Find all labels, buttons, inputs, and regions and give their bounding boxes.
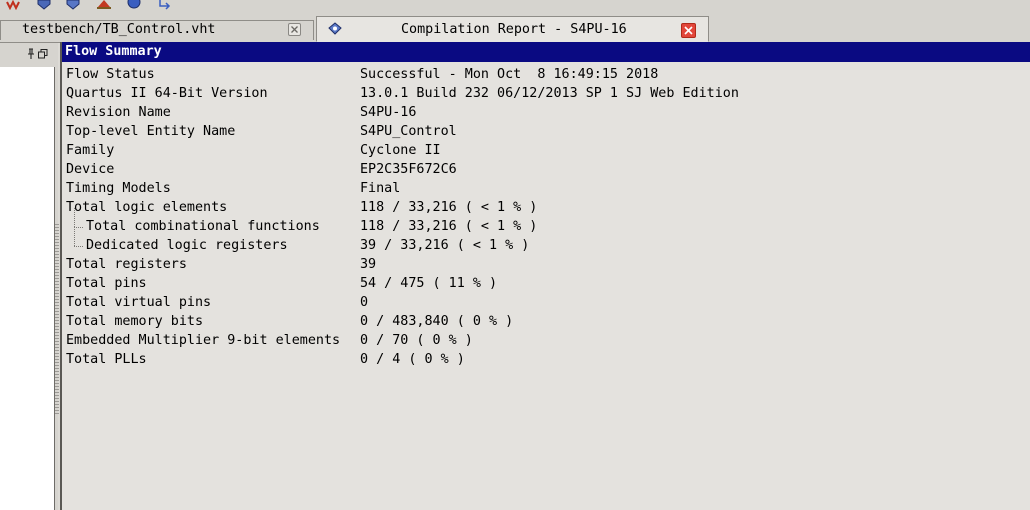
row-key: Flow Status: [66, 67, 155, 82]
tab-compilation-report[interactable]: Compilation Report - S4PU-16: [316, 16, 709, 42]
row-value: 118 / 33,216 ( < 1 % ): [360, 200, 538, 215]
row-value: S4PU-16: [360, 105, 417, 120]
chip-program-icon[interactable]: [64, 0, 82, 10]
table-row[interactable]: Timing Models Final: [62, 179, 1030, 198]
table-row[interactable]: Flow Status Successful - Mon Oct 8 16:49:…: [62, 65, 1030, 84]
tree-connector: [74, 246, 83, 248]
row-key: Top-level Entity Name: [66, 124, 236, 139]
row-value: Successful - Mon Oct 8 16:49:15 2018: [360, 67, 659, 82]
splitter-handle[interactable]: [55, 224, 59, 414]
report-section-title: Flow Summary: [62, 42, 1030, 62]
row-value: 0: [360, 295, 369, 310]
pin-icon[interactable]: [26, 48, 36, 60]
compilation-report: Flow Summary Flow Status Successful - Mon…: [60, 42, 1030, 510]
chip-warning-icon[interactable]: [95, 0, 113, 10]
tab-label: Compilation Report - S4PU-16: [401, 22, 627, 37]
row-key: Quartus II 64-Bit Version: [66, 86, 268, 101]
left-panel-header: [0, 43, 58, 65]
tab-bar: testbench/TB_Control.vht Compilation Rep…: [0, 14, 1030, 43]
row-key: Total virtual pins: [66, 295, 212, 310]
table-row[interactable]: Embedded Multiplier 9-bit elements 0 / 70…: [62, 331, 1030, 350]
row-value: Final: [360, 181, 401, 196]
row-key: Total memory bits: [66, 314, 204, 329]
row-key: Dedicated logic registers: [86, 238, 288, 253]
row-key: Timing Models: [66, 181, 171, 196]
table-row[interactable]: Device EP2C35F672C6: [62, 160, 1030, 179]
flow-summary-table: Flow Status Successful - Mon Oct 8 16:49:…: [62, 65, 1030, 369]
table-row[interactable]: Family Cyclone II: [62, 141, 1030, 160]
tree-connector: [74, 208, 76, 227]
tab-label: testbench/TB_Control.vht: [22, 22, 216, 37]
report-icon: [327, 22, 343, 36]
close-icon[interactable]: [681, 23, 696, 38]
row-value: 39 / 33,216 ( < 1 % ): [360, 238, 530, 253]
table-row[interactable]: Total pins 54 / 475 ( 11 % ): [62, 274, 1030, 293]
row-key: Family: [66, 143, 115, 158]
restore-icon[interactable]: [38, 48, 48, 59]
left-panel-content[interactable]: [0, 67, 55, 510]
table-row[interactable]: Total combinational functions 118 / 33,21…: [62, 208, 1030, 236]
table-row[interactable]: Quartus II 64-Bit Version 13.0.1 Build 23…: [62, 84, 1030, 103]
row-key: Device: [66, 162, 115, 177]
row-key: Embedded Multiplier 9-bit elements: [66, 333, 341, 348]
row-key: Total combinational functions: [86, 219, 320, 234]
tree-connector: [74, 227, 76, 246]
row-value: 0 / 4 ( 0 % ): [360, 352, 465, 367]
arrow-icon[interactable]: [156, 0, 174, 10]
close-icon[interactable]: [288, 23, 301, 36]
row-value: 39: [360, 257, 377, 272]
row-key: Total PLLs: [66, 352, 147, 367]
row-value: EP2C35F672C6: [360, 162, 457, 177]
row-value: S4PU_Control: [360, 124, 457, 139]
row-key: Revision Name: [66, 105, 171, 120]
table-row[interactable]: Total memory bits 0 / 483,840 ( 0 % ): [62, 312, 1030, 331]
toolbar: [0, 0, 1030, 14]
table-row[interactable]: Dedicated logic registers 39 / 33,216 ( <…: [62, 227, 1030, 255]
table-row[interactable]: Total registers 39: [62, 255, 1030, 274]
row-value: 118 / 33,216 ( < 1 % ): [360, 219, 538, 234]
left-panel: [0, 43, 58, 510]
table-row[interactable]: Total virtual pins 0: [62, 293, 1030, 312]
tab-testbench[interactable]: testbench/TB_Control.vht: [0, 20, 314, 40]
row-value: 13.0.1 Build 232 06/12/2013 SP 1 SJ Web …: [360, 86, 739, 101]
row-value: 54 / 475 ( 11 % ): [360, 276, 498, 291]
row-key: Total pins: [66, 276, 147, 291]
table-row[interactable]: Revision Name S4PU-16: [62, 103, 1030, 122]
row-key: Total logic elements: [66, 200, 228, 215]
row-value: Cyclone II: [360, 143, 441, 158]
table-row[interactable]: Total logic elements 118 / 33,216 ( < 1 %…: [62, 198, 1030, 217]
waveform-icon[interactable]: [6, 0, 24, 10]
row-value: 0 / 483,840 ( 0 % ): [360, 314, 514, 329]
row-value: 0 / 70 ( 0 % ): [360, 333, 473, 348]
table-row[interactable]: Total PLLs 0 / 4 ( 0 % ): [62, 350, 1030, 369]
help-icon[interactable]: [126, 0, 144, 10]
table-row[interactable]: Top-level Entity Name S4PU_Control: [62, 122, 1030, 141]
chip-download-icon[interactable]: [35, 0, 53, 10]
row-key: Total registers: [66, 257, 187, 272]
